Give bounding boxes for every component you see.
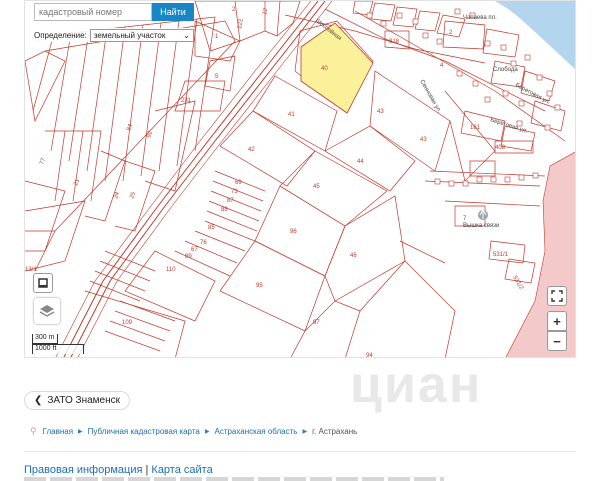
parcel-label: 85 xyxy=(208,225,215,231)
parcel-label: 2 xyxy=(232,7,236,13)
parcel-label: 25 xyxy=(129,191,137,200)
parcel-label: 97 xyxy=(313,320,320,326)
parcel-label: 40 xyxy=(321,66,328,72)
scale-imperial: 1000 ft xyxy=(32,344,84,354)
map-canvas[interactable]: 2 122 12 1 5 231 40 41 43 43 42 44 45 96… xyxy=(25,1,576,358)
select-tool-button[interactable] xyxy=(33,273,53,293)
parcel-label: 5 xyxy=(215,74,219,80)
breadcrumb-item-map[interactable]: Публичная кадастровая карта xyxy=(88,427,200,436)
parcel-label: 95 xyxy=(256,283,263,289)
scale-bar: 300 m 1000 ft xyxy=(32,334,84,354)
parcel-label: 408 xyxy=(495,145,506,151)
back-link-zato[interactable]: ❮ ЗАТО Знаменск xyxy=(24,391,130,410)
parcel-label: 531/1 xyxy=(493,252,509,258)
poi-label: Слобода xyxy=(493,67,518,73)
parcel-label: 2 xyxy=(449,30,453,36)
street-label: Сеннован ул. xyxy=(418,79,442,114)
poi-label: Чапаева пл. xyxy=(463,15,497,21)
parcel-label: 7 xyxy=(463,216,467,222)
parcel-label: 46 xyxy=(350,253,357,259)
cadastral-search-input[interactable] xyxy=(34,3,152,21)
parcel-label: 1 xyxy=(215,34,219,40)
location-pin-icon: ⚲ xyxy=(30,426,37,436)
tower-icon xyxy=(478,209,488,220)
chevron-left-icon: ❮ xyxy=(34,395,43,406)
definition-selected: земельный участок xyxy=(93,30,166,40)
parcel-label: 4 xyxy=(440,63,444,69)
breadcrumb-item-city: г. Астрахань xyxy=(312,427,358,436)
parcel-label: 69 xyxy=(235,180,242,186)
parcel-label: 42 xyxy=(248,147,255,153)
parcel-label: 92 xyxy=(146,130,154,139)
zoom-out-button[interactable]: − xyxy=(547,331,567,351)
breadcrumb-arrow-icon: ▶ xyxy=(78,429,83,435)
definition-select[interactable]: земельный участок ⌄ xyxy=(89,28,194,42)
parcel-label: 89 xyxy=(185,254,192,260)
definition-row: Определение: земельный участок ⌄ xyxy=(34,28,194,42)
watermark: циан xyxy=(350,356,483,414)
parcel-label: 76 xyxy=(200,240,207,246)
back-link-label: ЗАТО Знаменск xyxy=(47,395,120,406)
definition-label: Определение: xyxy=(34,30,87,40)
parcel-label: 84 xyxy=(126,123,134,132)
cadastral-map[interactable]: 2 122 12 1 5 231 40 41 43 43 42 44 45 96… xyxy=(24,0,576,358)
footer-text-cutoff xyxy=(24,477,444,481)
parcel-label: 41 xyxy=(288,112,295,118)
parcel-label: 109 xyxy=(122,320,133,326)
parcel-label: 110 xyxy=(166,267,176,273)
river-area xyxy=(495,1,575,70)
divider xyxy=(24,451,576,452)
parcel-label: 44 xyxy=(357,159,364,165)
zoom-in-button[interactable]: + xyxy=(547,311,567,331)
legal-info-link[interactable]: Правовая информация xyxy=(24,464,142,476)
parcel-label: 67 xyxy=(191,247,198,253)
footer-links: Правовая информация | Карта сайта xyxy=(24,464,213,476)
layers-icon xyxy=(39,305,55,317)
breadcrumb: ⚲ Главная ▶ Публичная кадастровая карта … xyxy=(30,426,357,437)
breadcrumb-item-region[interactable]: Астраханская область xyxy=(214,427,297,436)
layers-button[interactable] xyxy=(34,298,60,324)
parcel-label: 96 xyxy=(290,229,297,235)
sitemap-link[interactable]: Карта сайта xyxy=(151,464,212,476)
parcel-label: 73 xyxy=(231,189,238,195)
find-button[interactable]: Найти xyxy=(152,3,194,21)
fullscreen-icon xyxy=(551,290,563,302)
parcel-label: 24 xyxy=(113,191,121,200)
select-rect-icon xyxy=(38,278,48,288)
parcel-label: 231 xyxy=(181,98,192,104)
breadcrumb-arrow-icon: ▶ xyxy=(204,429,210,435)
parcel-label: 12 xyxy=(262,7,269,15)
chevron-down-icon: ⌄ xyxy=(183,30,190,40)
footer-separator: | xyxy=(145,464,149,476)
scale-metric: 300 m xyxy=(32,334,58,344)
parcel-label: 122 xyxy=(237,18,245,30)
poi-label: Вышка связи xyxy=(463,223,499,229)
parcel-label: 21 xyxy=(73,178,81,187)
breadcrumb-arrow-icon: ▶ xyxy=(302,429,308,435)
fullscreen-button[interactable] xyxy=(547,286,567,306)
parcel-label: 531/2 xyxy=(511,275,524,292)
parcel-label: 88 xyxy=(221,207,228,213)
breadcrumb-item-home[interactable]: Главная xyxy=(43,427,73,436)
parcel-label: 43 xyxy=(420,137,427,143)
parcel-label: 918 xyxy=(389,39,400,45)
street-label: Береговая ул. xyxy=(489,117,528,135)
parcel-label: 161 xyxy=(470,125,481,131)
parcel-label: 87 xyxy=(227,198,234,204)
parcel-label: 45 xyxy=(313,184,320,190)
parcel-label: 77 xyxy=(39,157,47,166)
parcel-label: 43 xyxy=(377,109,384,115)
